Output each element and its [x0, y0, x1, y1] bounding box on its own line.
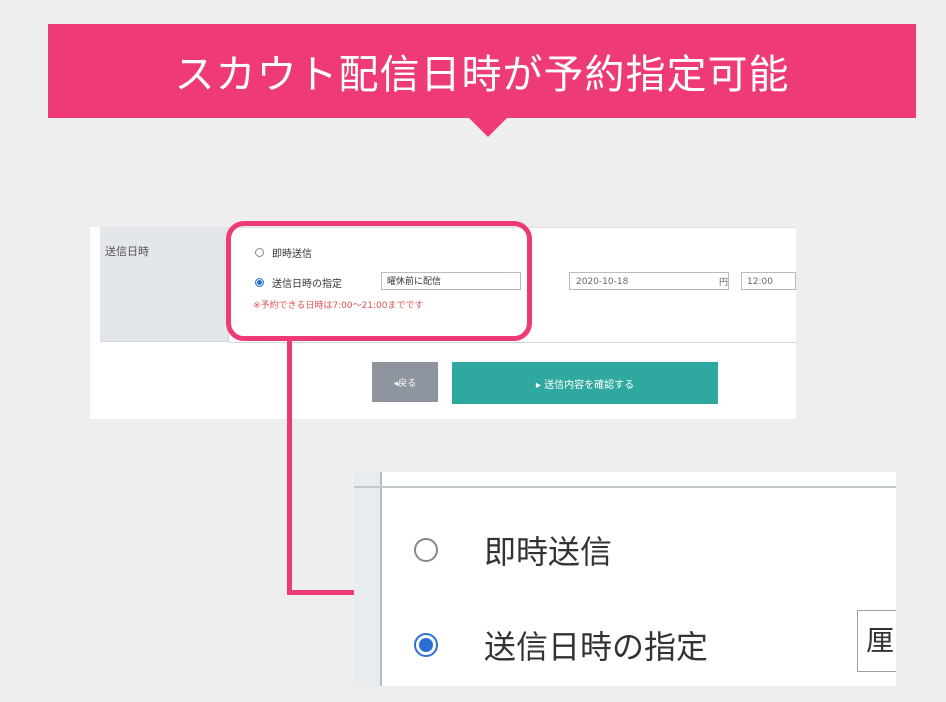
zoom-divider — [354, 486, 896, 488]
zoom-schedule-select[interactable]: 厘 — [857, 610, 896, 672]
highlight-frame — [226, 221, 532, 341]
zoom-option-scheduled[interactable]: 送信日時の指定 — [414, 622, 708, 668]
zoom-radio-immediate[interactable] — [414, 538, 438, 562]
calendar-icon[interactable]: 円 — [719, 275, 728, 288]
zoom-label-strip — [354, 472, 382, 686]
form-label-cell: 送信日時 — [100, 227, 229, 342]
time-input[interactable]: 12:00 — [741, 272, 796, 290]
zoom-option-immediate[interactable]: 即時送信 — [414, 527, 612, 573]
zoom-option-immediate-label: 即時送信 — [484, 533, 613, 571]
back-button[interactable]: ◂戻る — [372, 362, 438, 402]
zoom-radio-scheduled[interactable] — [414, 633, 438, 657]
zoomed-options-panel: 即時送信 送信日時の指定 厘 — [354, 472, 896, 686]
headline-banner: スカウト配信日時が予約指定可能 — [48, 24, 916, 118]
headline-text: スカウト配信日時が予約指定可能 — [174, 52, 790, 98]
connector-line-vertical — [287, 340, 292, 595]
send-datetime-label: 送信日時 — [105, 245, 149, 258]
confirm-send-button[interactable]: ▸ 送信内容を確認する — [452, 362, 718, 404]
banner-pointer — [468, 117, 508, 137]
date-input[interactable]: 2020-10-18 — [569, 272, 729, 290]
zoom-option-scheduled-label: 送信日時の指定 — [484, 628, 709, 666]
